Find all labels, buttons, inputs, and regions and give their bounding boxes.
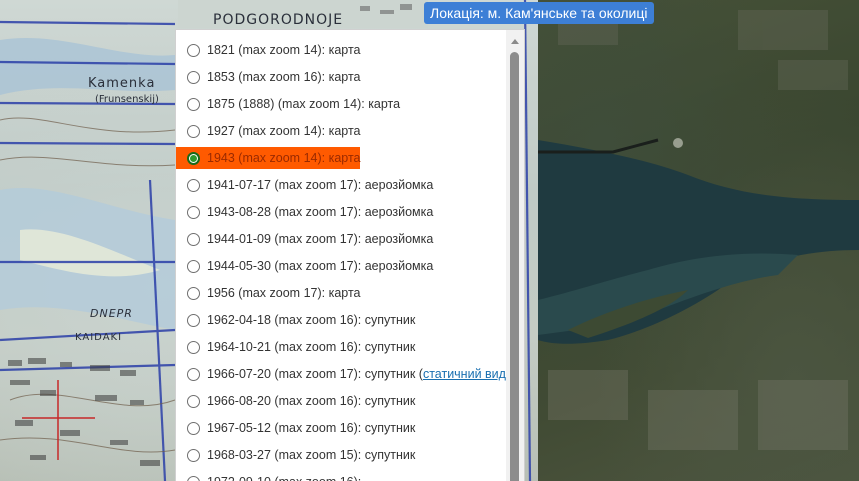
layer-option[interactable]: 1966-08-20 (max zoom 16): супутник bbox=[176, 389, 506, 413]
radio-unchecked-icon[interactable] bbox=[187, 448, 200, 462]
map-label-podgorodnoje: PODGORODNOJE bbox=[213, 12, 344, 28]
layer-option-label: 1853 (max zoom 16): карта bbox=[207, 70, 361, 84]
radio-unchecked-icon[interactable] bbox=[187, 313, 200, 327]
layer-option-label: 1943 (max zoom 14): карта bbox=[207, 151, 361, 165]
layer-option[interactable]: 1853 (max zoom 16): карта bbox=[176, 65, 506, 89]
layer-option[interactable]: 1968-03-27 (max zoom 15): супутник bbox=[176, 443, 506, 467]
layer-option-label: 1972-09-10 (max zoom 16): ... bbox=[207, 475, 375, 481]
radio-unchecked-icon[interactable] bbox=[187, 394, 200, 408]
layer-option[interactable]: 1941-07-17 (max zoom 17): аерозйомка bbox=[176, 173, 506, 197]
layer-option-label: 1875 (1888) (max zoom 14): карта bbox=[207, 97, 401, 111]
satellite-drawing bbox=[538, 10, 859, 450]
map-label-dnepr: DNEPR bbox=[90, 307, 133, 320]
radio-unchecked-icon[interactable] bbox=[187, 367, 200, 381]
radio-unchecked-icon[interactable] bbox=[187, 286, 200, 300]
scroll-thumb[interactable] bbox=[510, 52, 519, 481]
layer-option-label: 1966-07-20 (max zoom 17): супутник ( bbox=[207, 367, 423, 381]
layer-option-label: 1968-03-27 (max zoom 15): супутник bbox=[207, 448, 416, 462]
radio-unchecked-icon[interactable] bbox=[187, 205, 200, 219]
static-view-link[interactable]: статичний вид bbox=[423, 367, 506, 381]
satellite-map-layer[interactable] bbox=[538, 0, 859, 481]
radio-unchecked-icon[interactable] bbox=[187, 421, 200, 435]
layer-option[interactable]: 1821 (max zoom 14): карта bbox=[176, 38, 506, 62]
layer-option-label: 1967-05-12 (max zoom 16): супутник bbox=[207, 421, 416, 435]
map-label-kamenka: Kamenka bbox=[88, 76, 156, 91]
layer-option-label: 1966-08-20 (max zoom 16): супутник bbox=[207, 394, 416, 408]
radio-unchecked-icon[interactable] bbox=[187, 340, 200, 354]
radio-unchecked-icon[interactable] bbox=[187, 97, 200, 111]
location-badge: Локація: м. Кам'янське та околиці bbox=[424, 2, 654, 24]
radio-checked-icon[interactable] bbox=[187, 151, 200, 165]
layer-option-label: 1944-01-09 (max zoom 17): аерозйомка bbox=[207, 232, 434, 246]
layer-option-label: 1821 (max zoom 14): карта bbox=[207, 43, 361, 57]
layer-option-label: 1956 (max zoom 17): карта bbox=[207, 286, 361, 300]
layer-option[interactable]: 1967-05-12 (max zoom 16): супутник bbox=[176, 416, 506, 440]
panel-scrollbar[interactable] bbox=[506, 30, 524, 481]
layer-option[interactable]: 1943-08-28 (max zoom 17): аерозйомка bbox=[176, 200, 506, 224]
layer-option-label: 1927 (max zoom 14): карта bbox=[207, 124, 361, 138]
layer-option[interactable]: 1966-07-20 (max zoom 17): супутник (стат… bbox=[176, 362, 510, 386]
layer-option[interactable]: 1927 (max zoom 14): карта bbox=[176, 119, 506, 143]
layer-option[interactable]: 1943 (max zoom 14): карта bbox=[176, 147, 361, 169]
layer-option-label: 1941-07-17 (max zoom 17): аерозйомка bbox=[207, 178, 434, 192]
layer-option[interactable]: 1964-10-21 (max zoom 16): супутник bbox=[176, 335, 506, 359]
radio-unchecked-icon[interactable] bbox=[187, 178, 200, 192]
radio-unchecked-icon[interactable] bbox=[187, 232, 200, 246]
layer-option-label: 1964-10-21 (max zoom 16): супутник bbox=[207, 340, 416, 354]
layer-option[interactable]: 1944-05-30 (max zoom 17): аерозйомка bbox=[176, 254, 506, 278]
layer-option[interactable]: 1956 (max zoom 17): карта bbox=[176, 281, 506, 305]
layer-option-label: 1943-08-28 (max zoom 17): аерозйомка bbox=[207, 205, 434, 219]
layer-option[interactable]: 1875 (1888) (max zoom 14): карта bbox=[176, 92, 506, 116]
radio-unchecked-icon[interactable] bbox=[187, 259, 200, 273]
radio-unchecked-icon[interactable] bbox=[187, 70, 200, 84]
layer-option[interactable]: 1962-04-18 (max zoom 16): супутник bbox=[176, 308, 506, 332]
layer-option-label: 1962-04-18 (max zoom 16): супутник bbox=[207, 313, 416, 327]
map-label-frunsenskij: (Frunsenskij) bbox=[95, 94, 159, 105]
radio-unchecked-icon[interactable] bbox=[187, 124, 200, 138]
map-label-kaidaki: KAIDAKI bbox=[75, 332, 123, 343]
layer-option-label: 1944-05-30 (max zoom 17): аерозйомка bbox=[207, 259, 434, 273]
layer-option[interactable]: 1972-09-10 (max zoom 16): ... bbox=[176, 470, 506, 481]
radio-unchecked-icon[interactable] bbox=[187, 43, 200, 57]
layer-selector-panel: 1821 (max zoom 14): карта 1853 (max zoom … bbox=[175, 29, 525, 481]
radio-unchecked-icon[interactable] bbox=[187, 475, 200, 481]
scroll-up-arrow-icon[interactable] bbox=[511, 39, 519, 44]
layer-option[interactable]: 1944-01-09 (max zoom 17): аерозйомка bbox=[176, 227, 506, 251]
